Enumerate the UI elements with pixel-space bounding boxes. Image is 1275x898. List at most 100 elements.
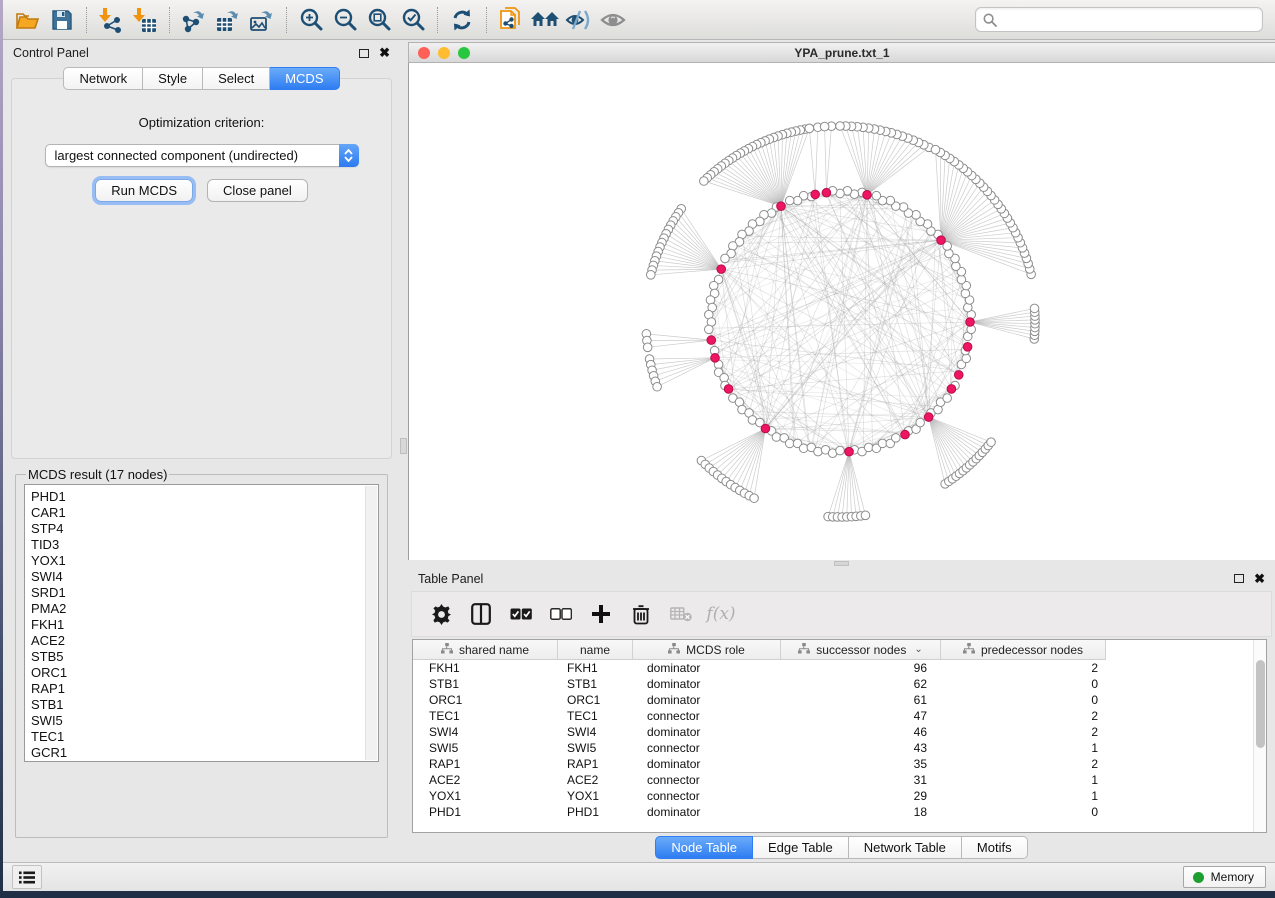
ring-node[interactable] [878,439,887,448]
select-all-icon[interactable] [506,599,536,629]
mcds-node-item[interactable]: TEC1 [31,729,378,745]
ring-node[interactable] [785,439,794,448]
export-image-icon[interactable] [245,4,279,36]
mcds-hub-node[interactable] [924,413,933,422]
import-table-icon[interactable] [128,4,162,36]
leaf-node[interactable] [931,145,940,154]
mcds-hub-node[interactable] [845,447,854,456]
tab-network[interactable]: Network [63,67,143,90]
mcds-node-item[interactable]: GCR1 [31,745,378,761]
list-scrollbar[interactable] [365,486,377,760]
leaf-node[interactable] [820,122,829,131]
ring-node[interactable] [799,444,808,453]
ring-node[interactable] [721,254,730,263]
float-panel-icon[interactable] [1234,574,1244,583]
zoom-in-icon[interactable] [294,4,328,36]
ring-node[interactable] [705,325,714,334]
table-row[interactable]: SWI5SWI5connector431 [413,740,1266,756]
leaf-node[interactable] [987,438,996,447]
ring-node[interactable] [836,446,845,455]
close-panel-button[interactable]: Close panel [207,179,308,202]
ring-node[interactable] [872,191,881,200]
tab-edge-table[interactable]: Edge Table [753,836,849,859]
ring-node[interactable] [886,196,895,205]
ring-node[interactable] [943,394,952,403]
show-all-icon[interactable] [596,4,630,36]
table-row[interactable]: SWI4SWI4dominator462 [413,724,1266,740]
leaf-node[interactable] [646,271,655,280]
column-header-predecessor-nodes[interactable]: predecessor nodes [941,640,1106,660]
mcds-node-item[interactable]: SWI5 [31,713,378,729]
column-header-successor-nodes[interactable]: successor nodes⌄ [781,640,941,660]
splitter-handle[interactable] [834,561,849,566]
leaf-node[interactable] [1030,304,1039,313]
table-row[interactable]: ACE2ACE2connector311 [413,772,1266,788]
mcds-hub-node[interactable] [761,424,770,433]
column-header-mcds-role[interactable]: MCDS role [633,640,781,660]
mcds-node-item[interactable]: STB1 [31,697,378,713]
table-row[interactable]: RAP1RAP1dominator352 [413,756,1266,772]
table-row[interactable]: PHD1PHD1dominator180 [413,804,1266,820]
mcds-node-item[interactable]: SWI4 [31,569,378,585]
new-network-from-selection-icon[interactable] [494,4,528,36]
leaf-node[interactable] [805,124,814,133]
task-history-button[interactable] [12,865,42,889]
import-network-icon[interactable] [94,4,128,36]
mcds-hub-node[interactable] [811,190,820,199]
save-session-icon[interactable] [45,4,79,36]
mcds-hub-node[interactable] [966,318,975,327]
mcds-node-item[interactable]: ORC1 [31,665,378,681]
mcds-hub-node[interactable] [707,336,716,345]
mcds-node-item[interactable]: PMA2 [31,601,378,617]
leaf-node[interactable] [700,177,709,186]
export-table-icon[interactable] [211,4,245,36]
tab-node-table[interactable]: Node Table [655,836,753,859]
ring-node[interactable] [961,289,970,298]
column-settings-gear-icon[interactable] [426,599,456,629]
node-table[interactable]: shared namenameMCDS rolesuccessor nodes⌄… [412,639,1267,833]
leaf-node[interactable] [861,511,870,520]
mcds-node-item[interactable]: SRD1 [31,585,378,601]
leaf-node[interactable] [750,494,759,503]
mcds-node-item[interactable]: STP4 [31,521,378,537]
zoom-out-icon[interactable] [328,4,362,36]
tab-network-table[interactable]: Network Table [849,836,962,859]
mcds-result-list[interactable]: PHD1CAR1STP4TID3YOX1SWI4SRD1PMA2FKH1ACE2… [24,484,379,762]
open-session-icon[interactable] [11,4,45,36]
mcds-hub-node[interactable] [724,385,733,394]
mcds-hub-node[interactable] [901,430,910,439]
ring-node[interactable] [891,434,900,443]
column-header-shared-name[interactable]: shared name [413,640,558,660]
mcds-hub-node[interactable] [717,265,726,274]
mcds-hub-node[interactable] [777,202,786,211]
ring-node[interactable] [772,433,781,442]
deselect-all-icon[interactable] [546,599,576,629]
zoom-selected-icon[interactable] [396,4,430,36]
hide-selected-icon[interactable] [562,4,596,36]
mcds-node-item[interactable]: PHD1 [31,489,378,505]
column-header-name[interactable]: name [558,640,633,660]
table-row[interactable]: YOX1YOX1connector291 [413,788,1266,804]
optimization-criterion-select[interactable]: largest connected component (undirected) [45,144,359,167]
tab-motifs[interactable]: Motifs [962,836,1028,859]
ring-node[interactable] [720,373,729,382]
splitter-handle[interactable] [400,438,407,454]
mcds-hub-node[interactable] [954,371,963,380]
ring-node[interactable] [793,196,802,205]
leaf-node[interactable] [836,122,845,131]
ring-node[interactable] [957,275,966,284]
network-view-canvas[interactable] [408,63,1275,560]
mcds-hub-node[interactable] [947,385,956,394]
table-row[interactable]: FKH1FKH1dominator962 [413,660,1266,676]
mcds-hub-node[interactable] [863,191,872,200]
export-network-icon[interactable] [177,4,211,36]
refresh-icon[interactable] [445,4,479,36]
ring-node[interactable] [709,281,718,290]
table-scrollbar[interactable] [1253,640,1266,832]
create-column-icon[interactable] [586,599,616,629]
mcds-node-item[interactable]: ACE2 [31,633,378,649]
table-row[interactable]: ORC1ORC1dominator610 [413,692,1266,708]
tab-select[interactable]: Select [203,67,270,90]
table-row[interactable]: TEC1TEC1connector472 [413,708,1266,724]
mcds-node-item[interactable]: FKH1 [31,617,378,633]
